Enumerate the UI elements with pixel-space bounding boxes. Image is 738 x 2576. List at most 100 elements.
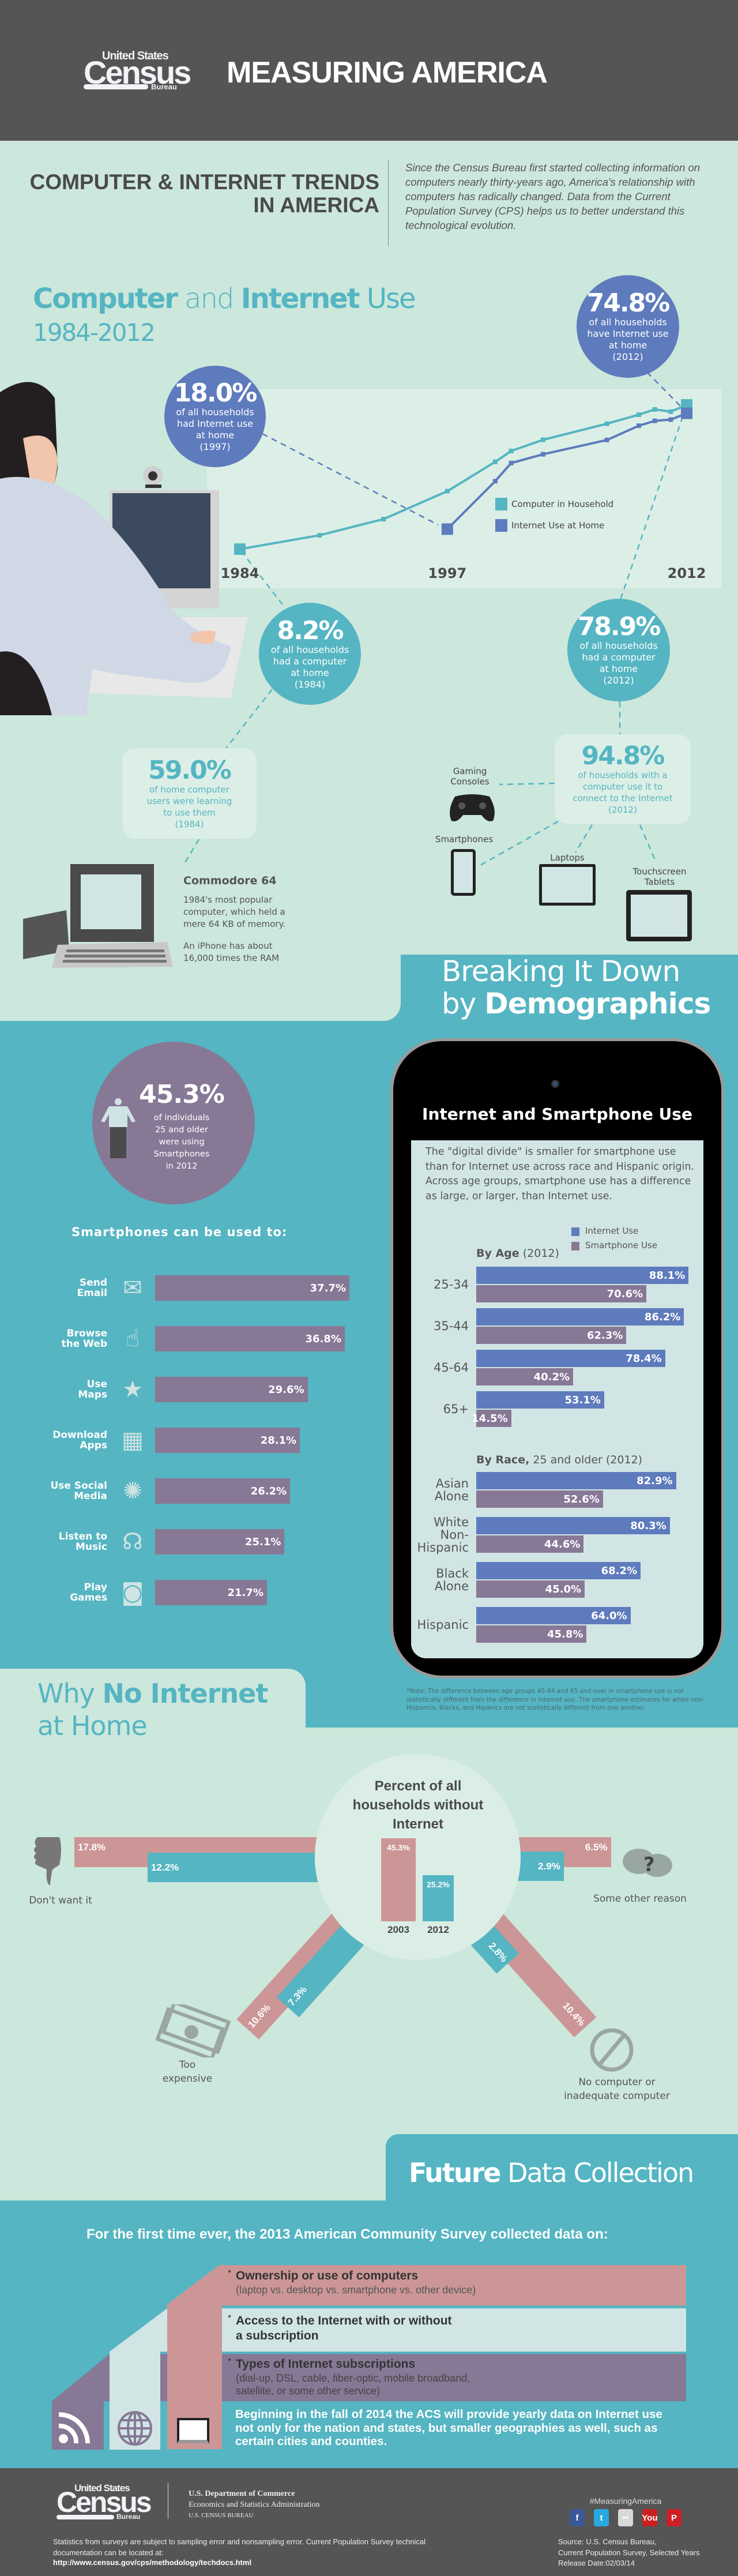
dept-census: U.S. CENSUS BUREAU [189, 2512, 254, 2519]
intro-title-line2: IN AMERICA [253, 193, 379, 217]
bar-smartphone-use: 14.5% [472, 1410, 511, 1427]
future-closing: Beginning in the fall of 2014 the ACS wi… [235, 2408, 662, 2448]
connector-59-to-commodore [182, 839, 200, 866]
flickr-icon[interactable]: •• [618, 2509, 633, 2526]
no-computer-icon [590, 2028, 634, 2072]
bar-smartphone-use: 40.2% [476, 1368, 574, 1385]
group-label: 65+ [443, 1402, 469, 1416]
headphones-icon: ☊ [122, 1529, 143, 1555]
footer-disclaimer: Statistics from surveys are subject to s… [53, 2537, 426, 2557]
smartphone-icon [451, 849, 476, 896]
bar-smartphone-use: 45.8% [476, 1625, 587, 1643]
laptop-icon [539, 864, 596, 906]
reason-label-dont-want: Don't want it [29, 1895, 92, 1906]
bar-smartphone-use: 45.0% [476, 1580, 585, 1598]
legend-label: Smartphone Use [585, 1240, 658, 1251]
question-cloud-icon: ? [623, 1849, 672, 1877]
title-why: Why [37, 1678, 103, 1709]
demographics-title-line1: Breaking It Down [442, 955, 680, 988]
title-no-internet: No Internet [102, 1678, 268, 1709]
legend-swatch [571, 1242, 579, 1251]
highlight-value: 45.3% [139, 1080, 225, 1109]
hashtag: #MeasuringAmerica [589, 2496, 662, 2506]
callout-value: 18.0% [174, 378, 258, 408]
center-bar-label: 2003 [387, 1924, 409, 1935]
commodore-note: An iPhone has about 16,000 times the RAM [183, 941, 280, 963]
game-controller-icon: ◙ [121, 1579, 144, 1606]
trends-years: 1984-2012 [33, 318, 156, 347]
bar-internet-use: 82.9% [476, 1472, 676, 1489]
age-chart-title: By Age (2012) [476, 1247, 559, 1260]
bullet: * [228, 2357, 232, 2367]
future-intro: For the first time ever, the 2013 Americ… [86, 2226, 608, 2242]
connector-948-to-tablets [639, 824, 657, 863]
bar-internet-use: 64.0% [476, 1607, 631, 1624]
bar-2012: 12.2% [148, 1853, 325, 1882]
dept-commerce: U.S. Department of Commerce [189, 2489, 295, 2498]
intro-title: COMPUTER & INTERNET TRENDS IN AMERICA [17, 171, 379, 217]
logo-main-text: Census [57, 2486, 152, 2518]
center-bar-2012: 25.2% [423, 1875, 454, 1921]
callout-internet-2012: 74.8% of all households have Internet us… [577, 275, 679, 378]
intro-title-line1: COMPUTER & INTERNET TRENDS [29, 170, 379, 194]
footer-census-logo[interactable]: United States Census Bureau [57, 2483, 152, 2521]
youtube-icon[interactable]: You [642, 2509, 658, 2526]
center-title: Percent of all households without Intern… [352, 1778, 484, 1832]
person-icon [101, 1098, 135, 1158]
header: United States Census Bureau MEASURING AM… [0, 0, 738, 141]
demographics-title: Breaking It Down by Demographics [442, 955, 711, 1020]
reason-label-no-computer: No computer or inadequate computer [564, 2076, 670, 2102]
callout-text: of home computer users were learning to … [146, 784, 232, 829]
callout-text: of all households had Internet use at ho… [176, 407, 254, 452]
use-bar: 21.7% [155, 1580, 267, 1605]
device-label-smartphones: Smartphones [435, 834, 494, 844]
use-bar: 36.8% [155, 1326, 345, 1351]
twitter-icon[interactable]: t [594, 2509, 609, 2526]
callout-connect-2012: 94.8% of households with a computer use … [555, 734, 691, 824]
trends-title-and: and [176, 283, 241, 315]
money-icon [156, 2004, 231, 2057]
use-label: Browse the Web [61, 1328, 107, 1350]
use-label: Send Email [77, 1277, 107, 1299]
group-label: White Non- Hispanic [417, 1515, 469, 1554]
use-label: Download Apps [52, 1429, 107, 1451]
social-icons: f t •• You P [570, 2509, 681, 2526]
tablet-icon [177, 2418, 209, 2443]
bar-internet-use: 68.2% [476, 1562, 641, 1579]
group-label: 25-34 [433, 1278, 469, 1291]
pinterest-icon[interactable]: P [667, 2509, 681, 2526]
dept-esa: Economics and Statistics Administration [189, 2500, 320, 2509]
center-bar-label: 2012 [427, 1924, 449, 1935]
tablet-icon [626, 890, 692, 941]
use-label: Listen to Music [58, 1531, 107, 1553]
footer-link[interactable]: http://www.census.gov/cps/methodology/te… [53, 2558, 251, 2567]
globe-icon [118, 2411, 152, 2446]
reason-label-other: Some other reason [593, 1893, 687, 1905]
use-bar: 25.1% [155, 1529, 285, 1554]
bar-smartphone-use: 52.6% [476, 1490, 603, 1508]
use-label: Use Maps [78, 1379, 107, 1400]
legend-swatch [495, 498, 507, 510]
facebook-icon[interactable]: f [570, 2509, 585, 2526]
bar-smartphone-use: 62.3% [476, 1327, 627, 1344]
use-bar: 26.2% [155, 1478, 291, 1504]
uses-title: Smartphones can be used to: [71, 1225, 288, 1239]
item-title: Access to the Internet with or without a… [236, 2314, 452, 2342]
use-label: Play Games [70, 1582, 107, 1604]
reason-label-too-expensive: Too expensive [162, 2059, 213, 2085]
callout-value: 94.8% [581, 741, 665, 771]
bar-internet-use: 78.4% [476, 1350, 665, 1367]
envelope-icon: ✉ [123, 1275, 142, 1301]
bar-smartphone-use: 70.6% [476, 1285, 647, 1302]
logo-bar [57, 2515, 114, 2519]
legend-swatch [571, 1227, 579, 1236]
census-logo[interactable]: United States Census Bureau [84, 50, 191, 93]
footer-source: Source: U.S. Census Bureau, Current Popu… [558, 2537, 700, 2567]
title-at-home: at Home [37, 1710, 148, 1741]
device-label-laptops: Laptops [550, 853, 585, 863]
intro-text: Since the Census Bureau first started co… [405, 162, 701, 231]
future-item-3: * Types of Internet subscriptions (dial-… [228, 2357, 683, 2397]
legend-label: Internet Use [585, 1226, 639, 1236]
page-title: MEASURING AMERICA [227, 56, 548, 89]
svg-text:?: ? [643, 1853, 655, 1876]
